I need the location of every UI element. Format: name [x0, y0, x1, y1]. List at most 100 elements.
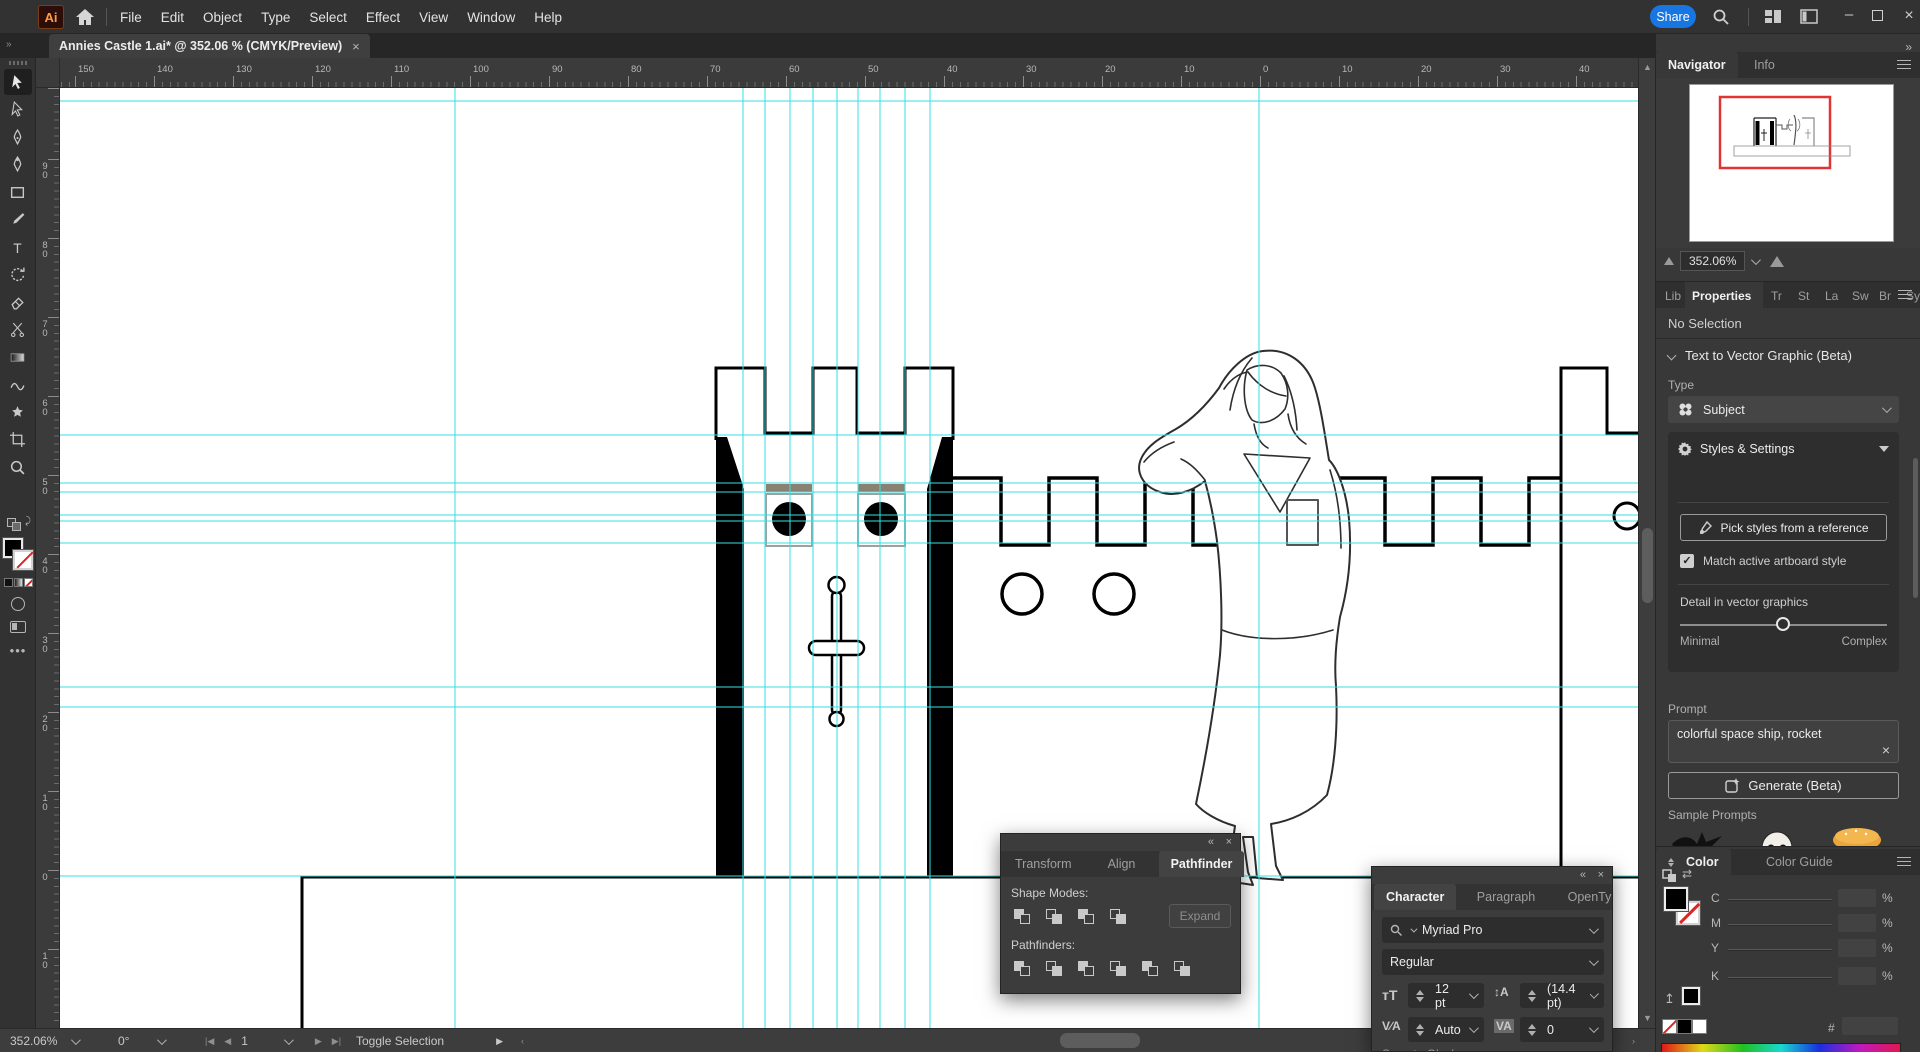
dock-tab-st[interactable]: St: [1791, 282, 1817, 308]
channel-value-input[interactable]: [1838, 967, 1876, 985]
workspace-switcher-icon[interactable]: [1800, 9, 1818, 24]
scroll-up-icon[interactable]: ▲: [1641, 61, 1654, 74]
pathfinder-3-button[interactable]: [1073, 956, 1099, 980]
font-family-field[interactable]: Myriad Pro: [1382, 917, 1604, 943]
tool-artboard[interactable]: [4, 427, 32, 453]
swap-colors-icon[interactable]: ⇄: [1682, 867, 1692, 881]
checkbox-checked[interactable]: ✓: [1680, 554, 1694, 568]
rotation-field[interactable]: 0°: [118, 1029, 164, 1052]
share-button[interactable]: Share: [1650, 5, 1696, 28]
toolbar-grip[interactable]: [9, 61, 27, 65]
gradient-button[interactable]: [14, 578, 23, 587]
menu-object[interactable]: Object: [203, 10, 242, 25]
shape-mode-2-button[interactable]: [1041, 904, 1067, 928]
vertical-scrollbar[interactable]: ▲ ▼: [1638, 58, 1655, 1028]
window-minimize-button[interactable]: –: [1838, 6, 1860, 26]
document-tab[interactable]: Annies Castle 1.ai* @ 352.06 % (CMYK/Pre…: [49, 34, 370, 58]
drawing-mode-icon[interactable]: [11, 597, 25, 611]
character-tab-paragraph[interactable]: Paragraph: [1465, 884, 1547, 910]
color-type-toggle[interactable]: [0, 578, 36, 587]
expand-button[interactable]: Expand: [1169, 904, 1231, 928]
pathfinder-1-button[interactable]: [1009, 956, 1035, 980]
pathfinder-5-button[interactable]: [1137, 956, 1163, 980]
scroll-right-icon[interactable]: ›: [1632, 1029, 1635, 1052]
leading-field[interactable]: (14.4 pt): [1520, 983, 1604, 1008]
zoom-dropdown-icon[interactable]: [1751, 255, 1761, 265]
tool-selection[interactable]: [4, 69, 32, 95]
none-swatch[interactable]: [1662, 1019, 1677, 1034]
none-button[interactable]: [24, 578, 33, 587]
menu-help[interactable]: Help: [534, 10, 562, 25]
tool-type[interactable]: T: [4, 234, 32, 260]
vertical-scroll-thumb[interactable]: [1642, 528, 1653, 603]
tool-rectangle[interactable]: [4, 179, 32, 205]
color-fill-swatch[interactable]: [1664, 887, 1688, 911]
pathfinder-tab-pathfinder[interactable]: Pathfinder: [1159, 851, 1245, 877]
character-tab-character[interactable]: Character: [1374, 884, 1456, 910]
ruler-corner[interactable]: [36, 58, 60, 88]
window-close-button[interactable]: ×: [1899, 6, 1919, 26]
panel-menu-icon[interactable]: [1897, 60, 1911, 69]
color-menu-icon[interactable]: [1897, 857, 1911, 866]
tool-gradient[interactable]: [4, 344, 32, 370]
shape-mode-3-button[interactable]: [1073, 904, 1099, 928]
collapse-panel-icon[interactable]: «: [1580, 869, 1586, 881]
app-logo-icon[interactable]: Ai: [38, 5, 64, 29]
channel-slider[interactable]: [1728, 924, 1832, 926]
search-icon[interactable]: [1712, 8, 1730, 26]
menu-view[interactable]: View: [419, 10, 448, 25]
arrange-documents-icon[interactable]: [1764, 9, 1782, 24]
styles-collapse-icon[interactable]: [1879, 446, 1889, 452]
navigator-thumbnail[interactable]: [1689, 84, 1894, 242]
pathfinder-tab-transform[interactable]: Transform: [1003, 851, 1084, 877]
channel-value-input[interactable]: [1838, 914, 1876, 932]
window-maximize-button[interactable]: [1872, 10, 1883, 21]
zoom-level-field[interactable]: 352.06%: [10, 1029, 78, 1052]
horizontal-scroll-thumb[interactable]: [1060, 1033, 1140, 1048]
fill-stroke-indicator[interactable]: [3, 538, 33, 572]
channel-slider[interactable]: [1728, 949, 1832, 951]
screen-mode-icon[interactable]: [10, 621, 26, 633]
hex-input[interactable]: [1842, 1017, 1898, 1035]
detail-slider[interactable]: [1680, 624, 1887, 626]
black-swatch[interactable]: [1677, 1019, 1692, 1034]
close-panel-icon[interactable]: ×: [1226, 836, 1232, 848]
tool-eraser[interactable]: [4, 289, 32, 315]
type-select[interactable]: Subject: [1668, 396, 1899, 423]
tab-info[interactable]: Info: [1742, 52, 1787, 78]
dock-tab-la[interactable]: La: [1818, 282, 1844, 308]
match-artboard-row[interactable]: ✓ Match active artboard style: [1680, 554, 1846, 568]
pick-styles-button[interactable]: Pick styles from a reference: [1680, 514, 1887, 541]
shape-mode-4-button[interactable]: [1105, 904, 1131, 928]
pathfinder-6-button[interactable]: [1169, 956, 1195, 980]
menu-window[interactable]: Window: [467, 10, 515, 25]
tab-navigator[interactable]: Navigator: [1656, 52, 1738, 78]
tool-direct-selection[interactable]: [4, 97, 32, 123]
tool-scissors[interactable]: [4, 317, 32, 343]
generate-button[interactable]: Generate (Beta): [1668, 772, 1899, 799]
kerning-field[interactable]: Auto: [1408, 1017, 1484, 1042]
tool-rotate[interactable]: [4, 262, 32, 288]
prompt-input[interactable]: colorful space ship, rocket ×: [1668, 720, 1899, 763]
menu-type[interactable]: Type: [261, 10, 290, 25]
clear-prompt-icon[interactable]: ×: [1882, 742, 1890, 758]
out-of-gamut-icon[interactable]: ↥: [1664, 991, 1675, 1007]
home-icon[interactable]: [74, 7, 96, 27]
color-spectrum-bar[interactable]: [1661, 1043, 1901, 1052]
channel-slider[interactable]: [1728, 977, 1832, 979]
properties-scrollbar[interactable]: [1913, 458, 1918, 598]
dock-tab-sw[interactable]: Sw: [1845, 282, 1871, 308]
artboard-navigation[interactable]: |◀◀ 1 ▶▶|: [205, 1029, 341, 1052]
properties-menu-icon[interactable]: [1898, 290, 1912, 299]
navigator-zoom-field[interactable]: 352.06%: [1680, 251, 1745, 271]
collapse-panel-icon[interactable]: «: [1208, 836, 1214, 848]
font-size-field[interactable]: 12 pt: [1408, 983, 1484, 1008]
menu-effect[interactable]: Effect: [366, 10, 400, 25]
dock-tab-lib[interactable]: Lib: [1658, 282, 1684, 308]
font-style-field[interactable]: Regular: [1382, 949, 1604, 975]
last-color-swatch[interactable]: [1682, 987, 1700, 1005]
channel-value-input[interactable]: [1838, 939, 1876, 957]
pathfinder-tab-align[interactable]: Align: [1096, 851, 1148, 877]
dock-tab-br[interactable]: Br: [1872, 282, 1898, 308]
edit-toolbar-ellipsis[interactable]: •••: [0, 643, 36, 658]
